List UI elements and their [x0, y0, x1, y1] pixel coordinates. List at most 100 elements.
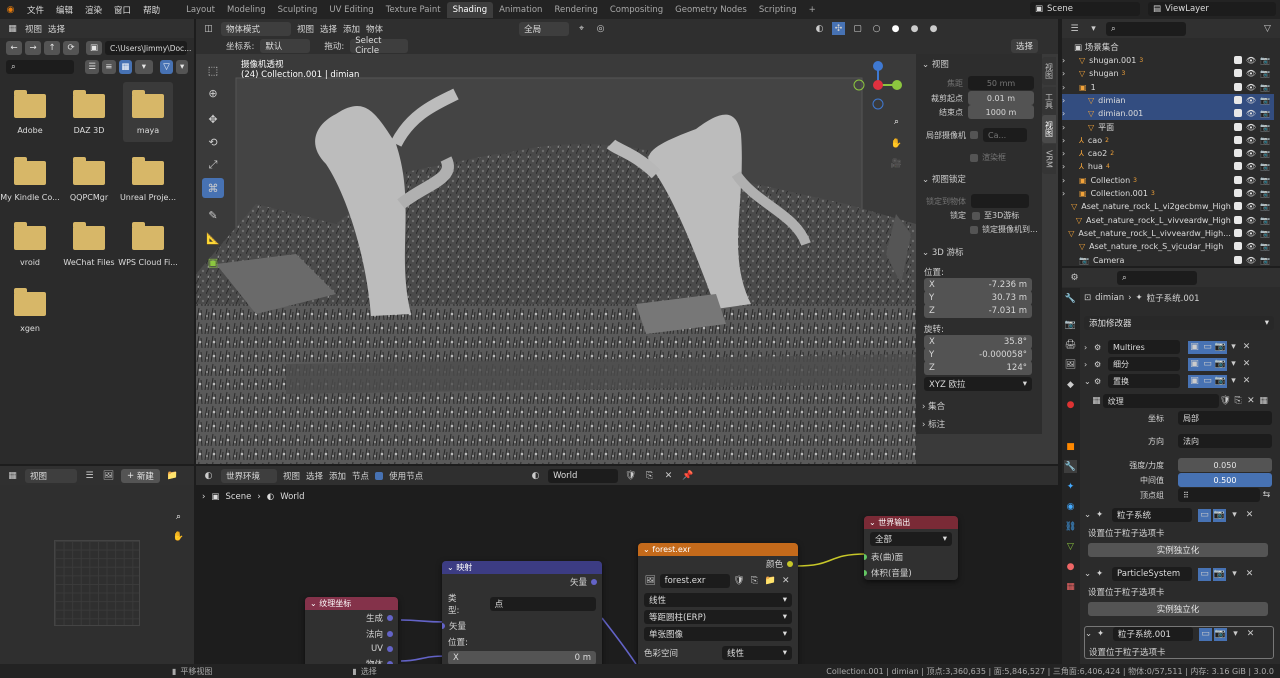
cursor-rot-z[interactable]: Z 124° — [924, 361, 1032, 375]
camera-render-icon[interactable]: 📷 — [1260, 216, 1270, 225]
tab-scripting[interactable]: Scripting — [753, 2, 803, 18]
eye-icon[interactable]: 👁 — [1246, 256, 1256, 265]
outliner-item[interactable]: ▽ Aset_nature_rock_L_vi2gecbmw_High 👁 📷 — [1062, 200, 1274, 213]
add-workspace-icon[interactable]: + — [803, 2, 822, 18]
camera-render-icon[interactable]: 📷 — [1260, 202, 1270, 211]
editor-type-icon[interactable]: ⚙ — [1068, 271, 1081, 284]
view-layer-tab-icon[interactable]: 🖼 — [1064, 358, 1077, 371]
eye-icon[interactable]: 👁 — [1246, 229, 1256, 238]
chevron-down-icon[interactable]: ⌄ — [1085, 629, 1095, 639]
object-tab-icon[interactable]: ■ — [1064, 440, 1077, 453]
scene-tab-icon[interactable]: ◆ — [1064, 378, 1077, 391]
render-toggle-icon[interactable]: 📷 — [1213, 508, 1226, 522]
dropdown-icon[interactable]: ▾ — [1228, 509, 1241, 522]
modifier-name-field[interactable]: 细分 — [1108, 357, 1180, 371]
close-icon[interactable]: ✕ — [1240, 375, 1253, 388]
fake-user-icon[interactable]: 🛡 — [733, 575, 746, 588]
sidebar-tab-view-active[interactable]: 视图 — [1042, 115, 1056, 143]
menu-hamburger-icon[interactable]: ☰ — [83, 469, 96, 482]
folder-item[interactable]: WeChat Files — [59, 214, 119, 267]
dropdown-icon[interactable]: ▾ — [1227, 375, 1240, 388]
menu-window[interactable]: 窗口 — [108, 4, 137, 16]
vp-menu-add[interactable]: 添加 — [343, 23, 360, 35]
rotation-mode-select[interactable]: XYZ 欧拉 ▾ — [924, 377, 1032, 391]
exclude-checkbox[interactable] — [1233, 202, 1242, 211]
mapping-type-select[interactable]: 点 — [489, 597, 596, 611]
local-camera-field[interactable]: Ca... — [983, 128, 1027, 142]
tab-geometry-nodes[interactable]: Geometry Nodes — [669, 2, 753, 18]
direction-select[interactable]: 法向 — [1178, 434, 1272, 448]
material-tab-icon[interactable]: ● — [1064, 560, 1077, 573]
coord-selector[interactable]: 默认 — [260, 39, 311, 53]
exclude-checkbox[interactable] — [1233, 215, 1242, 224]
disclosure-icon[interactable]: › — [1062, 69, 1079, 78]
collection-panel-header[interactable]: › 集合 — [922, 400, 945, 412]
folder-item[interactable]: vroid — [0, 214, 60, 267]
pan-hand-icon[interactable]: ✋ — [172, 530, 185, 543]
camera-render-icon[interactable]: 📷 — [1260, 149, 1270, 158]
annotate-tool-icon[interactable]: ✎ — [202, 205, 224, 225]
eye-icon[interactable]: 👁 — [1246, 176, 1256, 185]
socket-vector[interactable] — [442, 623, 445, 629]
camera-render-icon[interactable]: 📷 — [1260, 69, 1270, 78]
viewport-toggle-icon[interactable]: ▭ — [1201, 357, 1214, 371]
shading-material-icon[interactable]: ● — [908, 22, 921, 35]
texture-field[interactable]: 纹理 — [1102, 394, 1219, 408]
render-toggle-icon[interactable]: 📷 — [1214, 627, 1227, 641]
display-mode-icon[interactable]: ▾ — [1087, 22, 1100, 35]
lock-camera-checkbox[interactable] — [970, 225, 978, 234]
editmode-toggle-icon[interactable]: ▣ — [1188, 357, 1201, 371]
viewport-toggle-icon[interactable]: ▭ — [1199, 627, 1212, 641]
menu-file[interactable]: 文件 — [21, 4, 50, 16]
annotation-panel-header[interactable]: › 标注 — [922, 418, 945, 430]
forward-arrow-icon[interactable]: → — [25, 41, 41, 55]
add-modifier-dropdown[interactable]: 添加修改器 ▾ — [1084, 316, 1274, 330]
shading-solid-icon[interactable]: ● — [889, 22, 902, 35]
refresh-icon[interactable]: ⟳ — [63, 41, 79, 55]
coord-select[interactable]: 局部 — [1178, 411, 1272, 425]
blender-logo-icon[interactable]: ◉ — [4, 3, 17, 16]
exclude-checkbox[interactable] — [1233, 149, 1242, 158]
exclude-checkbox[interactable] — [1233, 162, 1242, 171]
measure-tool-icon[interactable]: 📐 — [202, 228, 224, 248]
viewport-toggle-icon[interactable]: ▭ — [1201, 340, 1214, 354]
node-mapping[interactable]: ⌄ 映射 矢量 类型:点 矢量 位置: X0 m Y0 m — [442, 561, 602, 664]
dropdown-icon[interactable]: ▾ — [1228, 568, 1241, 581]
outliner-item[interactable]: › ⅄ cao2 2 👁 📷 — [1062, 147, 1274, 160]
unlink-icon[interactable]: ✕ — [1244, 395, 1257, 408]
fb-menu-select[interactable]: 选择 — [48, 23, 65, 35]
vgroup-field[interactable]: ⠿ — [1178, 488, 1260, 502]
disclosure-icon[interactable]: › — [1062, 83, 1079, 92]
copy-icon[interactable]: ⎘ — [748, 575, 761, 588]
outliner-item[interactable]: › ▽ dimian 👁 📷 — [1062, 93, 1274, 107]
xray-icon[interactable]: ▢ — [851, 22, 864, 35]
eye-icon[interactable]: 👁 — [1246, 202, 1256, 211]
particles-tab-icon[interactable]: ✦ — [1064, 480, 1077, 493]
clip-start-field[interactable]: 0.01 m — [968, 91, 1034, 105]
properties-search[interactable]: ⌕ — [1117, 270, 1197, 285]
tab-modeling[interactable]: Modeling — [221, 2, 272, 18]
image-field[interactable]: forest.exr — [659, 574, 730, 588]
tool-tab-icon[interactable]: 🔧 — [1064, 292, 1077, 305]
socket-shader[interactable] — [864, 570, 867, 576]
sidebar-tab-vrm[interactable]: VRM — [1042, 144, 1056, 174]
lock-cursor-checkbox[interactable] — [972, 211, 980, 220]
node-world-output[interactable]: ⌄ 世界输出 全部 ▾ 表(曲)面 体积(音量) — [864, 516, 958, 580]
close-icon[interactable]: ✕ — [1244, 628, 1257, 641]
eye-icon[interactable]: 👁 — [1246, 96, 1256, 105]
vp-menu-view[interactable]: 视图 — [297, 23, 314, 35]
unlink-icon[interactable]: ✕ — [779, 575, 792, 588]
editor-type-icon[interactable]: ☰ — [1068, 22, 1081, 35]
outliner-item[interactable]: 📷 Camera 👁 📷 — [1062, 254, 1274, 267]
add-cube-tool-icon[interactable]: ▣ — [202, 252, 224, 272]
menu-help[interactable]: 帮助 — [137, 4, 166, 16]
select-menu[interactable]: 选择 — [1010, 39, 1038, 53]
folder-item[interactable]: My Kindle Co... — [0, 149, 60, 202]
camera-render-icon[interactable]: 📷 — [1260, 109, 1270, 118]
select-tool-icon[interactable]: ⬚ — [202, 60, 224, 80]
view-layer-selector[interactable]: ▤ ViewLayer — [1148, 2, 1276, 16]
ps-name-field[interactable]: 粒子系统.001 — [1113, 627, 1193, 641]
local-camera-checkbox[interactable] — [970, 131, 978, 139]
scale-tool-icon[interactable]: ⤢ — [202, 155, 224, 175]
eye-icon[interactable]: 👁 — [1246, 136, 1256, 145]
